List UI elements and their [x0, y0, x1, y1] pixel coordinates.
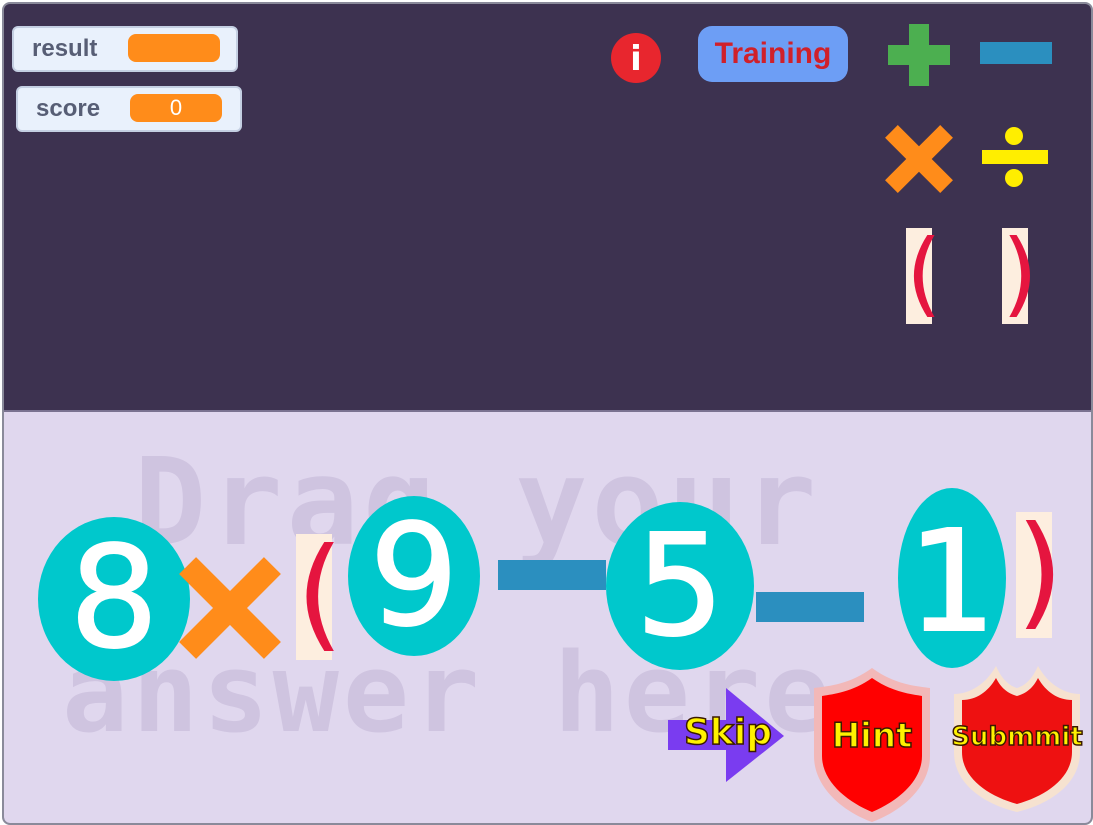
expr-minus-icon-1[interactable]	[498, 560, 608, 592]
score-value: 0	[130, 94, 222, 122]
open-paren-glyph: (	[906, 220, 942, 327]
hint-label: Hint	[831, 715, 913, 757]
expr-minus-icon-2[interactable]	[756, 592, 866, 624]
result-monitor: result	[12, 26, 238, 72]
score-monitor: score 0	[16, 86, 242, 132]
submit-button[interactable]: Submmit	[950, 664, 1084, 814]
multiply-icon[interactable]	[884, 124, 954, 194]
digit-9-label: 9	[369, 495, 458, 658]
close-paren-tile[interactable]: )	[1002, 220, 1038, 327]
game-stage: result score 0 i Training () Drag your …	[2, 2, 1093, 825]
digit-tile-5[interactable]: 5	[602, 500, 758, 676]
digit-tile-1[interactable]: 1	[896, 486, 1008, 672]
open-paren-tile[interactable]: (	[906, 220, 942, 327]
skip-button[interactable]: Skip	[668, 688, 788, 784]
divide-icon[interactable]	[980, 122, 1050, 192]
result-label: result	[32, 35, 98, 62]
submit-label: Submmit	[951, 721, 1084, 753]
digit-5-label: 5	[635, 505, 724, 668]
info-icon: i	[611, 33, 661, 83]
info-button[interactable]: i	[610, 32, 662, 84]
plus-icon[interactable]	[886, 22, 952, 88]
training-button[interactable]: Training	[698, 26, 848, 82]
hint-button[interactable]: Hint	[810, 664, 934, 823]
digit-8-label: 8	[69, 517, 158, 680]
expr-open-paren-glyph: (	[296, 522, 344, 664]
minus-icon[interactable]	[980, 42, 1054, 66]
skip-label: Skip	[683, 711, 772, 754]
expr-close-paren-tile[interactable]: )	[1016, 500, 1064, 642]
digit-tile-9[interactable]: 9	[344, 494, 484, 664]
expr-open-paren-tile[interactable]: (	[296, 522, 344, 664]
expr-close-paren-glyph: )	[1016, 500, 1064, 642]
digit-1-label: 1	[907, 501, 996, 664]
close-paren-glyph: )	[1002, 220, 1038, 327]
expr-multiply-icon[interactable]	[178, 556, 282, 660]
info-glyph: i	[630, 39, 642, 79]
digit-tile-8[interactable]: 8	[34, 514, 194, 684]
score-label: score	[36, 95, 101, 122]
result-value	[128, 34, 220, 62]
